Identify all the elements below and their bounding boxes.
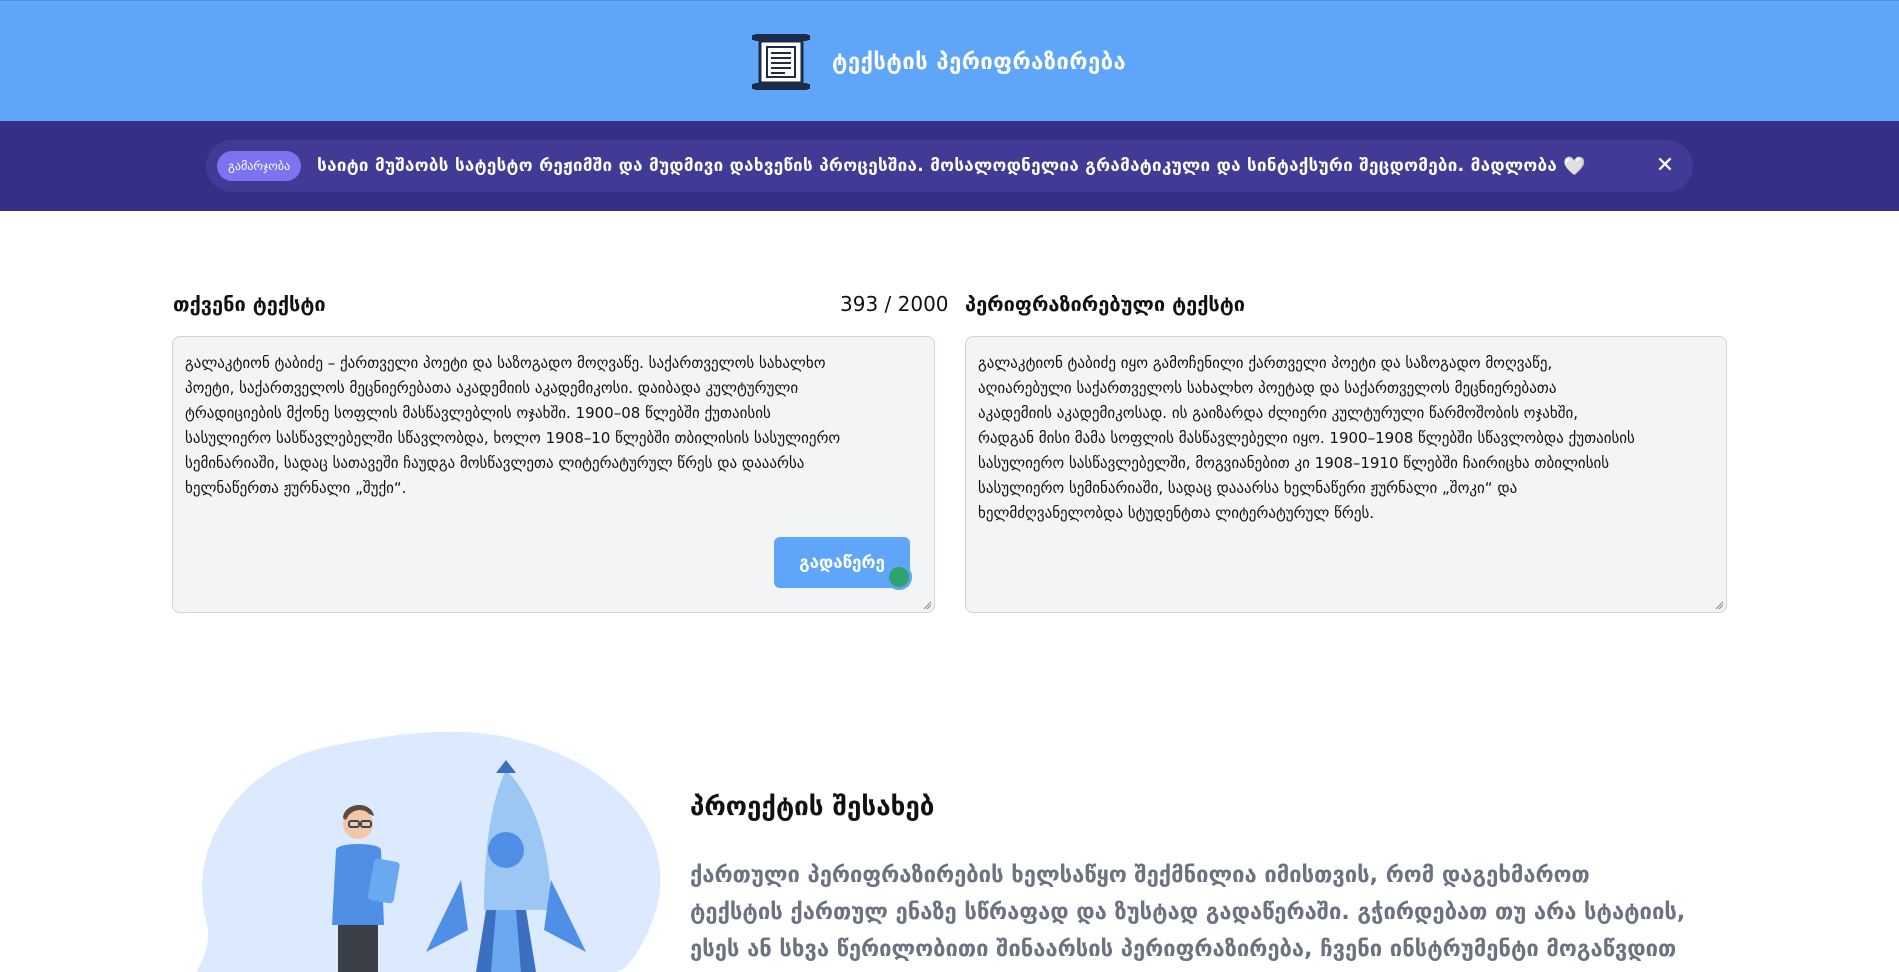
source-line: სასულიერო სასწავლებელში სწავლობდა, ხოლო … [185,429,841,447]
heart-icon: 🤍 [1563,155,1586,177]
notice-pill: გამარჯობა საიტი მუშაობს სატესტო რეჟიმში … [206,140,1693,192]
character-counter: 393 / 2000 [840,292,949,316]
resize-handle-icon[interactable] [1714,600,1724,610]
source-line: ხელნაწერთა ჟურნალი „შუქი“. [185,479,407,497]
output-line: რადგან მისი მამა სოფლის მასწავლებელი იყო… [978,429,1635,447]
source-line: სემინარიაში, სადაც სათავეში ჩაუდგა მოსწა… [185,454,805,472]
source-line: გალაკტიონ ტაბიძე – ქართველი პოეტი და საზ… [185,354,826,372]
rocket-and-person-illustration [196,731,661,972]
output-line: ხელმძღვანელობდა სტუდენტთა ლიტერატურულ წრ… [978,504,1375,522]
output-label: პერიფრაზირებული ტექსტი [965,292,1246,316]
output-line: სასულიერო სემინარიაში, სადაც დააარსა ხელ… [978,479,1518,497]
close-icon[interactable]: ✕ [1651,152,1679,180]
status-dot-icon [886,564,912,590]
output-line: სასულიერო სასწავლებელში, მოგვიანებით კი … [978,454,1610,472]
scroll-document-icon [752,34,810,90]
top-header: ტექსტის პერიფრაზირება [0,0,1899,121]
notice-message: საიტი მუშაობს სატესტო რეჟიმში და მუდმივი… [317,156,1558,176]
about-line: ესეს ან სხვა წერილობითი შინაარსის პერიფრ… [690,937,1677,962]
output-line: აღიარებული საქართველოს სახალხო პოეტად და… [978,379,1557,397]
notice-banner: გამარჯობა საიტი მუშაობს სატესტო რეჟიმში … [0,121,1899,211]
about-description: ქართული პერიფრაზირების ხელსაწყო შექმნილი… [690,857,1740,968]
paraphrased-text-output[interactable]: გალაკტიონ ტაბიძე იყო გამოჩენილი ქართველი… [965,336,1727,613]
source-line: ტრადიციების მქონე სოფლის მასწავლებლის ოჯ… [185,404,771,422]
output-line: აკადემიის აკადემიკოსად. ის გაიზარდა ძლიე… [978,404,1579,422]
about-line: ტექსტის ქართულ ენაზე სწრაფად და ზუსტად გ… [690,900,1686,925]
output-line: გალაკტიონ ტაბიძე იყო გამოჩენილი ქართველი… [978,354,1553,372]
about-title: პროექტის შესახებ [690,792,935,822]
brand[interactable]: ტექსტის პერიფრაზირება [750,31,1126,93]
about-line: ქართული პერიფრაზირების ხელსაწყო შექმნილი… [690,863,1590,888]
source-line: პოეტი, საქართველოს მეცნიერებათა აკადემიი… [185,379,799,397]
input-label: თქვენი ტექსტი [173,292,326,316]
resize-handle-icon[interactable] [922,600,932,610]
greeting-badge: გამარჯობა [217,151,302,181]
site-title: ტექსტის პერიფრაზირება [832,49,1127,75]
